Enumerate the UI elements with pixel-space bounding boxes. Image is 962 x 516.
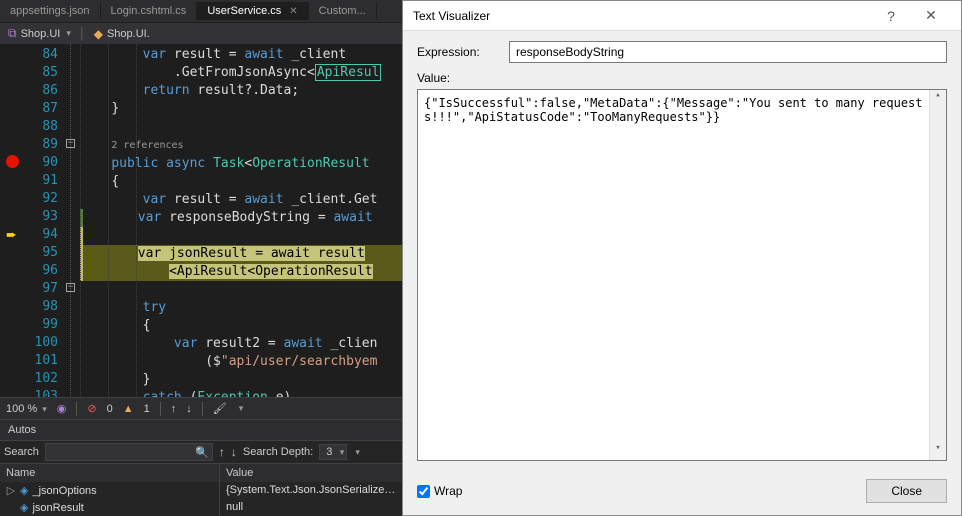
tab-label: Login.cshtml.cs	[111, 5, 187, 17]
code-area[interactable]: ➨ 84 85 86 87 88 89 90 91 92 93 94 95 96…	[0, 44, 402, 397]
var-name: jsonResult	[32, 502, 83, 514]
help-button[interactable]: ?	[871, 4, 911, 28]
csproj-icon: ⧉	[8, 26, 17, 41]
nav-separator: │	[79, 28, 86, 40]
expression-input[interactable]	[509, 41, 947, 63]
value-label: Value:	[417, 71, 947, 85]
line-numbers: 84 85 86 87 88 89 90 91 92 93 94 95 96 9…	[28, 44, 66, 397]
tab-userservice[interactable]: UserService.cs ✕	[197, 2, 308, 20]
separator	[202, 402, 203, 416]
value-text: {"IsSuccessful":false,"MetaData":{"Messa…	[424, 96, 923, 124]
tab-label: Custom...	[319, 5, 366, 17]
var-value[interactable]: {System.Text.Json.JsonSerializerO	[220, 482, 402, 499]
expand-icon	[6, 502, 16, 514]
scroll-down-icon[interactable]: ▾	[930, 443, 946, 460]
arrow-down-icon[interactable]: ↓	[231, 445, 237, 459]
namespace-selector[interactable]: ◆ Shop.UI.	[86, 27, 158, 41]
value-textbox[interactable]: {"IsSuccessful":false,"MetaData":{"Messa…	[417, 89, 947, 461]
document-tabs: appsettings.json Login.cshtml.cs UserSer…	[0, 0, 402, 22]
wrap-label: Wrap	[434, 484, 462, 498]
scrollbar[interactable]: ▴ ▾	[929, 90, 946, 460]
autos-header-row: Name Value	[0, 464, 402, 482]
project-name: Shop.UI	[21, 28, 61, 40]
search-label: Search	[4, 446, 39, 458]
autos-row[interactable]: ▷ ◈ _jsonOptions {System.Text.Json.JsonSer…	[0, 482, 402, 499]
warning-count: 1	[144, 403, 150, 415]
autos-search-input[interactable]	[45, 443, 213, 461]
text-visualizer-dialog: Text Visualizer ? ✕ Expression: Value: {…	[402, 0, 962, 516]
autos-title: Autos	[0, 420, 402, 440]
health-icon[interactable]: ◉	[57, 402, 67, 415]
chevron-down-icon: ▾	[340, 447, 345, 458]
error-count: 0	[107, 403, 113, 415]
chevron-down-icon: ▾	[66, 28, 71, 39]
autos-toolbar: Search 🔍 ↑ ↓ Search Depth: 3▾ ▾	[0, 440, 402, 464]
codelens-references[interactable]: 2 references	[111, 140, 183, 151]
scroll-up-icon[interactable]: ▴	[930, 90, 946, 107]
dialog-title: Text Visualizer	[413, 9, 871, 23]
search-depth-label: Search Depth:	[243, 446, 313, 458]
tab-custom[interactable]: Custom...	[309, 2, 377, 20]
close-icon[interactable]: ✕	[289, 6, 297, 17]
chevron-down-icon: ▾	[239, 403, 244, 414]
code-nav-bar: ⧉ Shop.UI ▾ │ ◆ Shop.UI.	[0, 22, 402, 44]
chevron-down-icon[interactable]: ▾	[355, 447, 360, 458]
arrow-up-icon[interactable]: ↑	[219, 445, 225, 459]
expression-row: Expression:	[417, 41, 947, 63]
editor-region: appsettings.json Login.cshtml.cs UserSer…	[0, 0, 402, 516]
value-row: Value: {"IsSuccessful":false,"MetaData":…	[417, 71, 947, 461]
var-name: _jsonOptions	[32, 485, 96, 497]
glyph-margin[interactable]: ➨	[0, 44, 28, 397]
tab-label: UserService.cs	[207, 5, 281, 17]
tab-label: appsettings.json	[10, 5, 90, 17]
separator	[160, 402, 161, 416]
expand-icon[interactable]: ▷	[6, 484, 16, 497]
field-icon: ◈	[20, 501, 28, 514]
col-value-header[interactable]: Value	[220, 464, 402, 482]
code-text[interactable]: var result = await _client .GetFromJsonA…	[80, 44, 402, 397]
namespace-name: Shop.UI.	[107, 28, 150, 40]
dialog-body: Expression: Value: {"IsSuccessful":false…	[403, 31, 961, 471]
dialog-footer: Wrap Close	[403, 471, 961, 515]
editor-status-bar: 100 % ▾ ◉ ⊘ 0 ▲ 1 ↑ ↓ 🖌 ▾	[0, 397, 402, 419]
warning-icon[interactable]: ▲	[123, 403, 134, 415]
breakpoint-icon[interactable]	[6, 155, 19, 168]
arrow-down-icon[interactable]: ↓	[186, 403, 192, 415]
close-button[interactable]: Close	[866, 479, 947, 503]
wrap-checkbox-input[interactable]	[417, 485, 430, 498]
autos-grid: Name Value ▷ ◈ _jsonOptions {System.Text.J…	[0, 464, 402, 516]
tab-appsettings[interactable]: appsettings.json	[0, 2, 101, 20]
chevron-down-icon: ▾	[42, 404, 47, 414]
search-depth-selector[interactable]: 3▾	[319, 444, 347, 460]
wrap-checkbox[interactable]: Wrap	[417, 484, 462, 498]
error-icon[interactable]: ⊘	[87, 402, 96, 415]
var-value[interactable]: null	[220, 499, 402, 516]
separator	[76, 402, 77, 416]
namespace-icon: ◆	[94, 27, 103, 41]
tab-login[interactable]: Login.cshtml.cs	[101, 2, 198, 20]
arrow-up-icon[interactable]: ↑	[171, 403, 177, 415]
brush-icon[interactable]: 🖌	[213, 402, 227, 415]
dialog-titlebar[interactable]: Text Visualizer ? ✕	[403, 1, 961, 31]
field-icon: ◈	[20, 484, 28, 497]
project-selector[interactable]: ⧉ Shop.UI ▾	[0, 26, 79, 41]
search-icon[interactable]: 🔍	[195, 446, 209, 459]
expression-label: Expression:	[417, 45, 497, 59]
autos-panel: Autos Search 🔍 ↑ ↓ Search Depth: 3▾ ▾ Na…	[0, 419, 402, 516]
col-name-header[interactable]: Name	[0, 464, 220, 482]
close-icon[interactable]: ✕	[911, 3, 951, 28]
current-line-arrow-icon: ➨	[6, 227, 17, 243]
fold-toggle-icon[interactable]: −	[66, 139, 75, 148]
zoom-level[interactable]: 100 % ▾	[6, 403, 47, 415]
fold-gutter[interactable]: − −	[66, 44, 80, 397]
fold-toggle-icon[interactable]: −	[66, 283, 75, 292]
autos-row[interactable]: ◈ jsonResult null	[0, 499, 402, 516]
